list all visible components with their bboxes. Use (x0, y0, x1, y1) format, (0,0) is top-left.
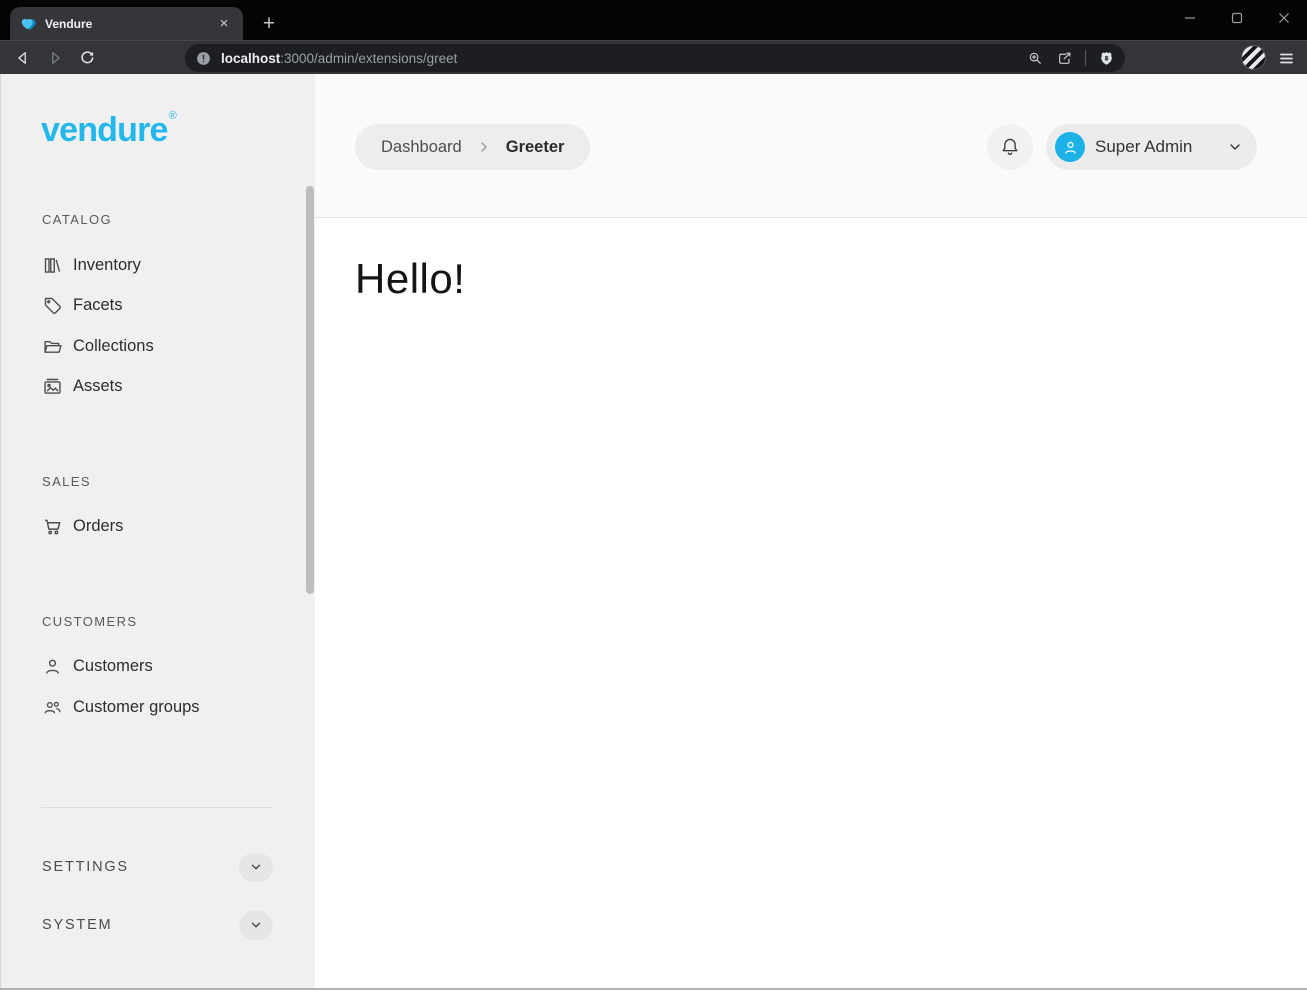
breadcrumb: Dashboard Greeter (355, 124, 590, 170)
section-header-customers: CUSTOMERS (42, 614, 137, 629)
sidebar-item-label: Customers (73, 657, 153, 676)
logo-registered-mark: ® (169, 110, 176, 122)
sidebar-item-label: Inventory (73, 256, 141, 275)
admin-page: vendure® CATALOG Inventory Facets (0, 74, 1307, 988)
breadcrumb-item-dashboard[interactable]: Dashboard (381, 138, 462, 157)
new-tab-button[interactable]: + (256, 11, 282, 37)
menu-icon[interactable] (1274, 46, 1299, 71)
urlbar-separator (1085, 50, 1086, 66)
section-system[interactable]: SYSTEM (42, 910, 273, 940)
bell-icon (999, 136, 1021, 158)
sidebar-item-customers[interactable]: Customers (42, 651, 153, 681)
folder-icon (42, 336, 63, 357)
sidebar-item-assets[interactable]: Assets (42, 371, 123, 401)
share-icon[interactable] (1056, 50, 1073, 67)
maximize-icon[interactable] (1213, 0, 1260, 36)
window-bottom-border (0, 988, 1307, 990)
tag-icon (42, 295, 63, 316)
main-header: Dashboard Greeter S (315, 74, 1307, 218)
sidebar-divider (41, 807, 273, 808)
address-bar[interactable]: localhost:3000/admin/extensions/greet (185, 44, 1125, 72)
vendure-favicon-icon (20, 15, 37, 32)
section-header-catalog: CATALOG (42, 212, 112, 227)
forward-icon[interactable] (42, 45, 68, 71)
user-name: Super Admin (1095, 137, 1192, 157)
breadcrumb-item-greeter: Greeter (506, 138, 565, 157)
sidebar: vendure® CATALOG Inventory Facets (0, 74, 315, 988)
library-icon (42, 255, 63, 276)
sidebar-item-inventory[interactable]: Inventory (42, 250, 141, 280)
site-info-icon[interactable] (195, 50, 212, 67)
cart-icon (42, 516, 63, 537)
user-icon (1061, 138, 1080, 157)
window-controls (1166, 0, 1307, 36)
page-title: Hello! (355, 255, 465, 303)
close-icon[interactable] (1260, 0, 1307, 36)
logo-text: vendure (41, 111, 168, 149)
tab-close-icon[interactable]: × (215, 15, 233, 33)
url-text[interactable]: localhost:3000/admin/extensions/greet (221, 51, 457, 66)
sidebar-item-facets[interactable]: Facets (42, 290, 123, 320)
section-header-settings: SETTINGS (42, 859, 129, 875)
zoom-icon[interactable] (1027, 50, 1044, 67)
brave-shield-icon[interactable] (1098, 50, 1115, 67)
chevron-right-icon (476, 139, 492, 155)
browser-tab[interactable]: Vendure × (10, 7, 243, 40)
sidebar-item-orders[interactable]: Orders (42, 511, 123, 541)
sidebar-item-label: Collections (73, 337, 154, 356)
vendure-logo[interactable]: vendure® (41, 110, 176, 150)
chevron-down-icon (249, 918, 263, 932)
sidebar-scrollbar[interactable] (306, 186, 314, 594)
back-icon[interactable] (10, 45, 36, 71)
chevron-down-icon (249, 860, 263, 874)
image-icon (42, 376, 63, 397)
reload-icon[interactable] (74, 45, 100, 71)
chevron-down-icon (1227, 139, 1243, 155)
profile-stripes-icon[interactable] (1241, 45, 1266, 70)
sidebar-item-collections[interactable]: Collections (42, 331, 154, 361)
system-expand-button[interactable] (239, 911, 273, 940)
sidebar-item-customer-groups[interactable]: Customer groups (42, 692, 200, 722)
section-header-system: SYSTEM (42, 917, 112, 933)
sidebar-item-label: Orders (73, 517, 123, 536)
sidebar-item-label: Facets (73, 296, 123, 315)
section-settings[interactable]: SETTINGS (42, 852, 273, 882)
sidebar-item-label: Assets (73, 377, 123, 396)
notifications-button[interactable] (987, 124, 1033, 170)
sidebar-item-label: Customer groups (73, 698, 200, 717)
user-icon (42, 656, 63, 677)
avatar (1055, 132, 1085, 162)
url-host: localhost (221, 51, 280, 66)
section-header-sales: SALES (42, 474, 91, 489)
user-menu[interactable]: Super Admin (1046, 124, 1257, 170)
url-path: :3000/admin/extensions/greet (280, 51, 457, 66)
urlbar-actions (1027, 50, 1115, 67)
users-icon (42, 697, 63, 718)
minimize-icon[interactable] (1166, 0, 1213, 36)
settings-expand-button[interactable] (239, 853, 273, 882)
browser-titlebar: Vendure × + (0, 0, 1307, 40)
browser-window: Vendure × + (0, 0, 1307, 995)
tab-title: Vendure (45, 17, 215, 31)
browser-toolbar: localhost:3000/admin/extensions/greet (0, 40, 1307, 74)
